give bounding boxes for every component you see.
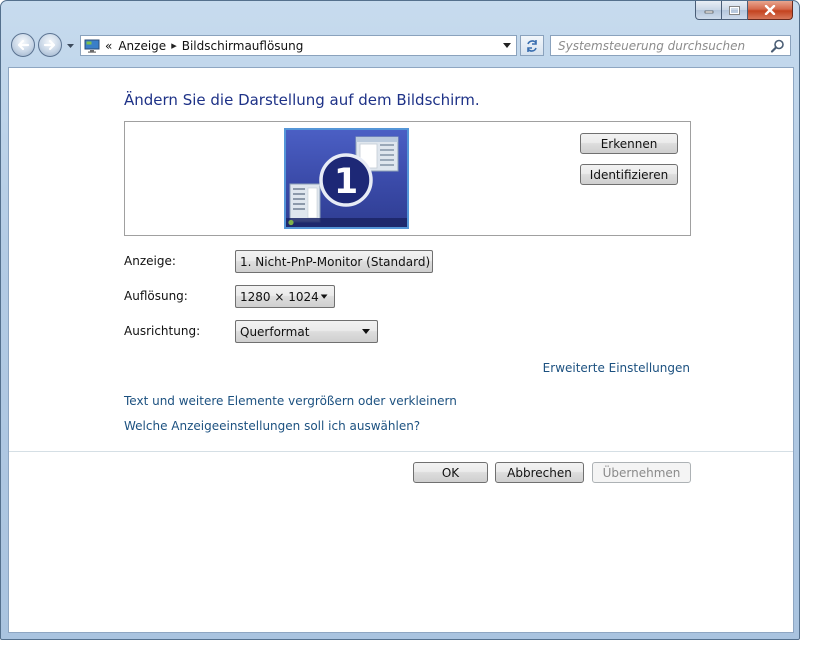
search-placeholder: Systemsteuerung durchsuchen [558, 38, 746, 53]
minimize-button[interactable] [695, 1, 722, 20]
advanced-settings-link[interactable]: Erweiterte Einstellungen [543, 361, 690, 375]
orientation-select[interactable]: Querformat [235, 320, 378, 343]
chevron-down-icon [503, 43, 511, 48]
resolution-select[interactable]: 1280 × 1024 [235, 285, 335, 308]
monitor-1-thumbnail[interactable]: 1 [284, 128, 409, 229]
monitor-desktop-graphic: 1 [286, 136, 407, 227]
orientation-select-value: Querformat [240, 324, 310, 339]
footer-divider [9, 451, 793, 452]
chevron-down-icon [320, 293, 328, 299]
back-button[interactable] [11, 33, 35, 57]
address-prefix[interactable]: « [105, 39, 112, 53]
close-icon [764, 5, 776, 15]
minimize-icon [704, 10, 713, 14]
ok-button[interactable]: OK [413, 462, 488, 483]
maximize-button[interactable] [722, 1, 748, 20]
back-arrow-icon [17, 39, 30, 51]
address-bar[interactable]: « Anzeige ▸ Bildschirmauflösung [80, 35, 517, 56]
window: « Anzeige ▸ Bildschirmauflösung Systemst… [0, 0, 800, 640]
maximize-icon [729, 5, 740, 15]
orientation-label: Ausrichtung: [124, 324, 201, 338]
page-title: Ändern Sie die Darstellung auf dem Bilds… [124, 91, 480, 109]
cancel-button[interactable]: Abbrechen [495, 462, 584, 483]
search-input[interactable]: Systemsteuerung durchsuchen [550, 35, 791, 56]
which-settings-link[interactable]: Welche Anzeigeeinstellungen soll ich aus… [124, 419, 420, 433]
apply-button[interactable]: Übernehmen [592, 462, 691, 483]
close-button[interactable] [748, 1, 793, 20]
refresh-icon [527, 39, 537, 52]
resolution-select-value: 1280 × 1024 [240, 289, 319, 304]
display-label: Anzeige: [124, 254, 176, 268]
caption-buttons [695, 1, 793, 20]
chevron-down-icon [362, 328, 370, 334]
search-icon[interactable] [770, 38, 786, 54]
text-size-link[interactable]: Text und weitere Elemente vergrößern ode… [124, 394, 457, 408]
breadcrumb-bildschirmaufloesung[interactable]: Bildschirmauflösung [182, 39, 304, 53]
display-select[interactable]: 1. Nicht-PnP-Monitor (Standard) [235, 250, 433, 273]
recent-pages-dropdown[interactable] [65, 41, 75, 51]
monitor-number-label: 1 [334, 162, 358, 202]
resolution-label: Auflösung: [124, 289, 188, 303]
navigation-bar: « Anzeige ▸ Bildschirmauflösung Systemst… [1, 27, 799, 67]
forward-arrow-icon [43, 39, 56, 51]
detect-button[interactable]: Erkennen [580, 133, 678, 154]
refresh-button[interactable] [520, 35, 544, 56]
content-pane: Ändern Sie die Darstellung auf dem Bilds… [8, 67, 794, 633]
breadcrumb-anzeige[interactable]: Anzeige [118, 39, 166, 53]
monitor-preview-area: 1 Erkennen Identifizieren [124, 121, 691, 236]
forward-button[interactable] [38, 33, 62, 57]
display-select-value: 1. Nicht-PnP-Monitor (Standard) [240, 254, 431, 269]
chevron-down-icon [66, 44, 74, 48]
identify-button[interactable]: Identifizieren [580, 164, 678, 185]
address-dropdown-button[interactable] [502, 40, 512, 51]
breadcrumb-separator[interactable]: ▸ [171, 39, 177, 52]
display-settings-icon [84, 39, 100, 53]
